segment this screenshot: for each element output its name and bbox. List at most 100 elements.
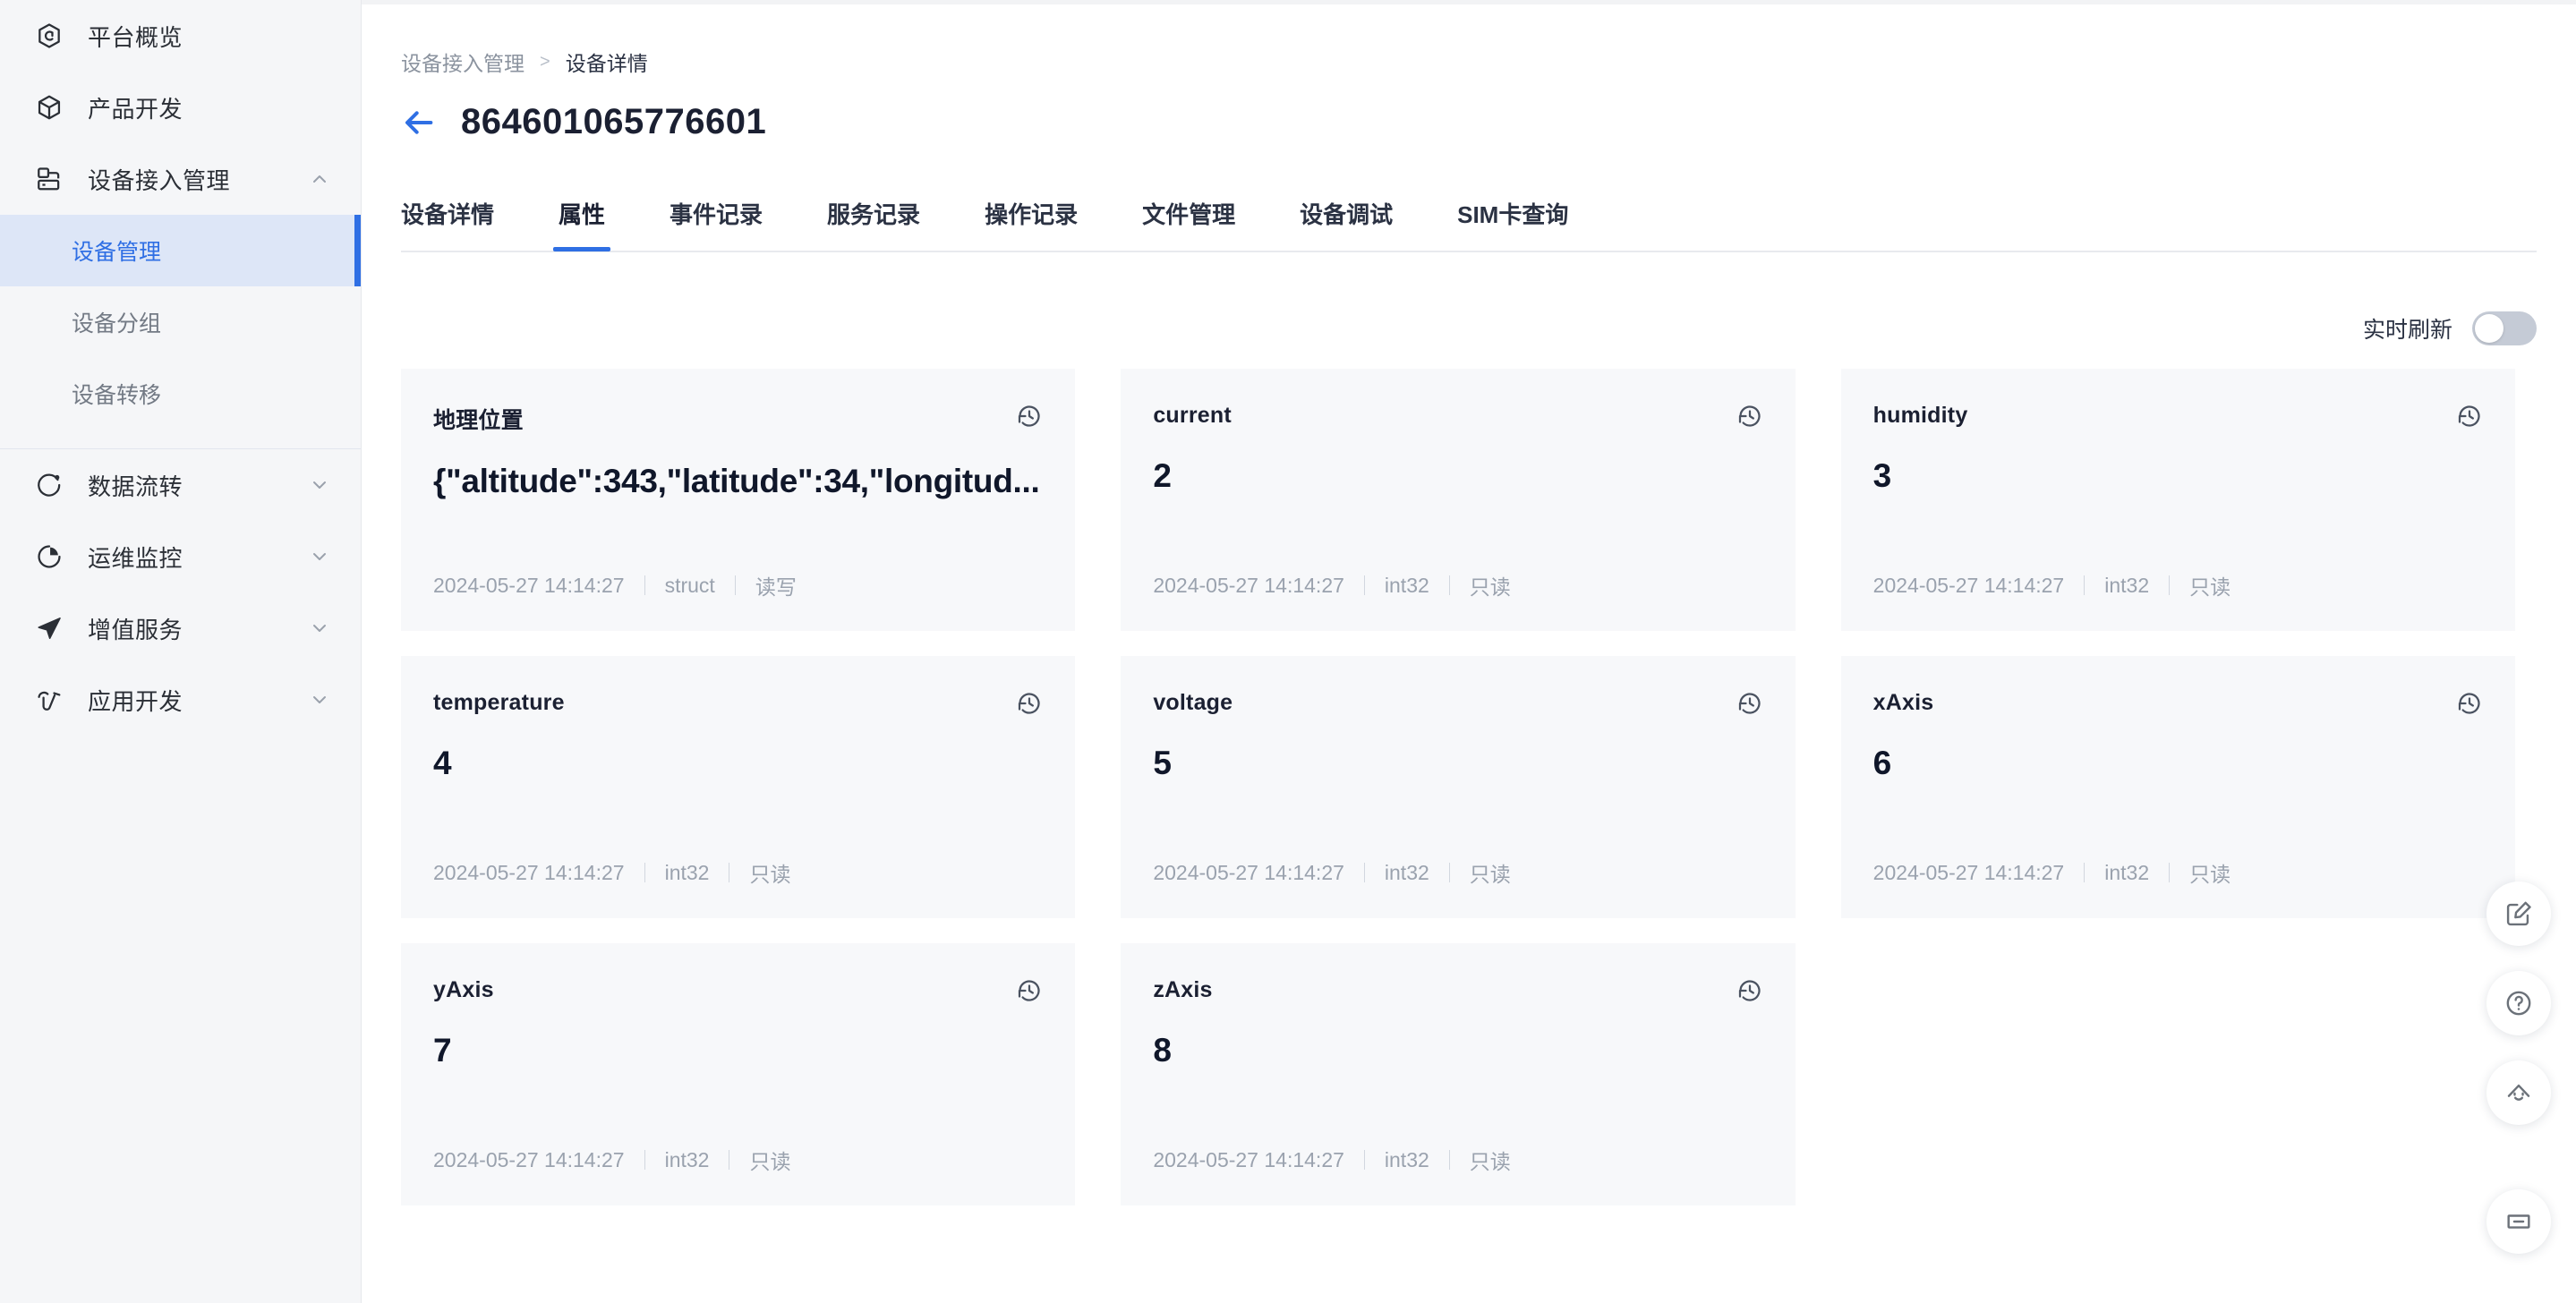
minimize-icon[interactable] xyxy=(2486,1189,2551,1254)
property-datatype: int32 xyxy=(2104,573,2150,597)
history-icon[interactable] xyxy=(1016,690,1043,717)
tab-file-management[interactable]: 文件管理 xyxy=(1142,197,1235,250)
sidebar: 平台概览 产品开发 设备接入管理 设备管理 设备分组 设备转移 数据流转 运维监… xyxy=(0,0,362,1303)
page-header: 864601065776601 xyxy=(401,102,766,142)
property-card[interactable]: voltage 5 2024-05-27 14:14:27 int32 只读 xyxy=(1121,656,1796,918)
property-datatype: int32 xyxy=(1384,573,1429,597)
meta-divider xyxy=(644,1150,645,1170)
property-access: 只读 xyxy=(2189,575,2231,599)
property-timestamp: 2024-05-27 14:14:27 xyxy=(1153,1147,1344,1171)
help-question-icon[interactable] xyxy=(2486,971,2551,1035)
history-icon[interactable] xyxy=(1736,403,1763,430)
sidebar-subitem-label: 设备管理 xyxy=(72,240,162,265)
property-card[interactable]: xAxis 6 2024-05-27 14:14:27 int32 只读 xyxy=(1840,656,2515,918)
property-card[interactable]: temperature 4 2024-05-27 14:14:27 int32 … xyxy=(401,656,1076,918)
sidebar-item-label: 平台概览 xyxy=(88,23,183,51)
property-meta: 2024-05-27 14:14:27 int32 只读 xyxy=(1153,1145,1762,1175)
property-timestamp: 2024-05-27 14:14:27 xyxy=(433,573,625,597)
tab-operation-log[interactable]: 操作记录 xyxy=(985,197,1078,250)
meta-divider xyxy=(1448,863,1450,882)
property-access: 只读 xyxy=(1469,863,1511,886)
property-card[interactable]: yAxis 7 2024-05-27 14:14:27 int32 只读 xyxy=(401,943,1076,1205)
tab-service-log[interactable]: 服务记录 xyxy=(827,197,920,250)
cube-icon xyxy=(34,92,64,123)
sidebar-item-device-access[interactable]: 设备接入管理 xyxy=(0,143,361,215)
property-meta: 2024-05-27 14:14:27 int32 只读 xyxy=(433,1145,1043,1175)
sidebar-item-label: 应用开发 xyxy=(88,687,183,715)
property-access: 只读 xyxy=(2189,863,2231,886)
property-card-header: humidity xyxy=(1873,403,2483,430)
property-name: yAxis xyxy=(433,977,494,1002)
sidebar-item-app-development[interactable]: 应用开发 xyxy=(0,664,361,736)
property-name: zAxis xyxy=(1153,977,1213,1002)
meta-divider xyxy=(2084,863,2086,882)
property-card-header: voltage xyxy=(1153,690,1762,717)
paper-plane-icon xyxy=(34,613,64,643)
meta-divider xyxy=(644,863,645,882)
history-icon[interactable] xyxy=(2456,403,2483,430)
sidebar-item-data-flow[interactable]: 数据流转 xyxy=(0,449,361,521)
property-name: current xyxy=(1153,403,1232,428)
tab-device-debug[interactable]: 设备调试 xyxy=(1300,197,1393,250)
property-meta: 2024-05-27 14:14:27 int32 只读 xyxy=(1873,570,2483,600)
meta-divider xyxy=(1363,575,1365,595)
chevron-down-icon[interactable] xyxy=(309,474,330,496)
meta-divider xyxy=(2169,863,2171,882)
realtime-refresh-toggle[interactable] xyxy=(2472,311,2537,345)
meta-divider xyxy=(1363,1150,1365,1170)
smiley-robot-icon[interactable] xyxy=(2486,1060,2551,1125)
history-icon[interactable] xyxy=(1736,690,1763,717)
history-icon[interactable] xyxy=(1016,403,1043,430)
sidebar-item-platform-overview[interactable]: 平台概览 xyxy=(0,0,361,72)
tab-event-log[interactable]: 事件记录 xyxy=(670,197,763,250)
chevron-up-icon[interactable] xyxy=(309,168,330,190)
property-value: 3 xyxy=(1872,457,1892,494)
meta-divider xyxy=(734,575,736,595)
property-value: 4 xyxy=(433,745,452,781)
property-access: 读写 xyxy=(755,575,797,599)
property-value: 8 xyxy=(1153,1032,1172,1069)
breadcrumb-current: 设备详情 xyxy=(565,52,648,75)
property-card[interactable]: zAxis 8 2024-05-27 14:14:27 int32 只读 xyxy=(1121,943,1796,1205)
sidebar-item-device-group[interactable]: 设备分组 xyxy=(0,286,361,358)
property-card-header: zAxis xyxy=(1153,977,1762,1004)
sidebar-item-device-transfer[interactable]: 设备转移 xyxy=(0,358,361,430)
history-icon[interactable] xyxy=(2456,690,2483,717)
sidebar-item-ops-monitoring[interactable]: 运维监控 xyxy=(0,521,361,592)
chevron-down-icon[interactable] xyxy=(309,617,330,639)
tab-device-detail[interactable]: 设备详情 xyxy=(401,197,494,250)
sidebar-item-label: 数据流转 xyxy=(88,473,183,500)
history-icon[interactable] xyxy=(1736,977,1763,1004)
chevron-down-icon[interactable] xyxy=(309,546,330,567)
meta-divider xyxy=(1448,1150,1450,1170)
breadcrumb-parent[interactable]: 设备接入管理 xyxy=(401,47,525,77)
sidebar-item-product-development[interactable]: 产品开发 xyxy=(0,72,361,143)
property-name: 地理位置 xyxy=(433,408,524,433)
property-meta: 2024-05-27 14:14:27 struct 读写 xyxy=(433,570,1043,600)
property-datatype: int32 xyxy=(1384,860,1429,884)
property-card[interactable]: current 2 2024-05-27 14:14:27 int32 只读 xyxy=(1121,369,1796,631)
arrow-left-icon[interactable] xyxy=(401,105,437,141)
property-card[interactable]: humidity 3 2024-05-27 14:14:27 int32 只读 xyxy=(1840,369,2515,631)
sidebar-item-device-management[interactable]: 设备管理 xyxy=(0,215,361,286)
sidebar-item-label: 产品开发 xyxy=(88,95,183,123)
tab-bar: 设备详情 属性 事件记录 服务记录 操作记录 文件管理 设备调试 SIM卡查询 xyxy=(401,197,2537,252)
history-icon[interactable] xyxy=(1016,977,1043,1004)
property-datatype: int32 xyxy=(664,1147,710,1171)
property-card[interactable]: 地理位置 {"altitude":343,"latitude":34,"long… xyxy=(401,369,1076,631)
tab-sim-query[interactable]: SIM卡查询 xyxy=(1457,197,1568,250)
chevron-down-icon[interactable] xyxy=(309,689,330,711)
property-card-header: current xyxy=(1153,403,1762,430)
property-timestamp: 2024-05-27 14:14:27 xyxy=(1153,860,1344,884)
device-access-icon xyxy=(34,164,64,194)
tab-properties[interactable]: 属性 xyxy=(553,197,611,251)
sidebar-item-label: 增值服务 xyxy=(88,616,183,643)
grid-empty-slot xyxy=(1841,943,2515,1205)
sidebar-subitem-label: 设备转移 xyxy=(72,383,162,408)
feedback-edit-icon[interactable] xyxy=(2486,881,2551,946)
property-card-header: yAxis xyxy=(433,977,1043,1004)
sidebar-item-value-added-services[interactable]: 增值服务 xyxy=(0,592,361,664)
property-name: temperature xyxy=(433,690,565,715)
property-datatype: int32 xyxy=(2104,860,2150,884)
breadcrumb-separator: > xyxy=(540,51,550,72)
